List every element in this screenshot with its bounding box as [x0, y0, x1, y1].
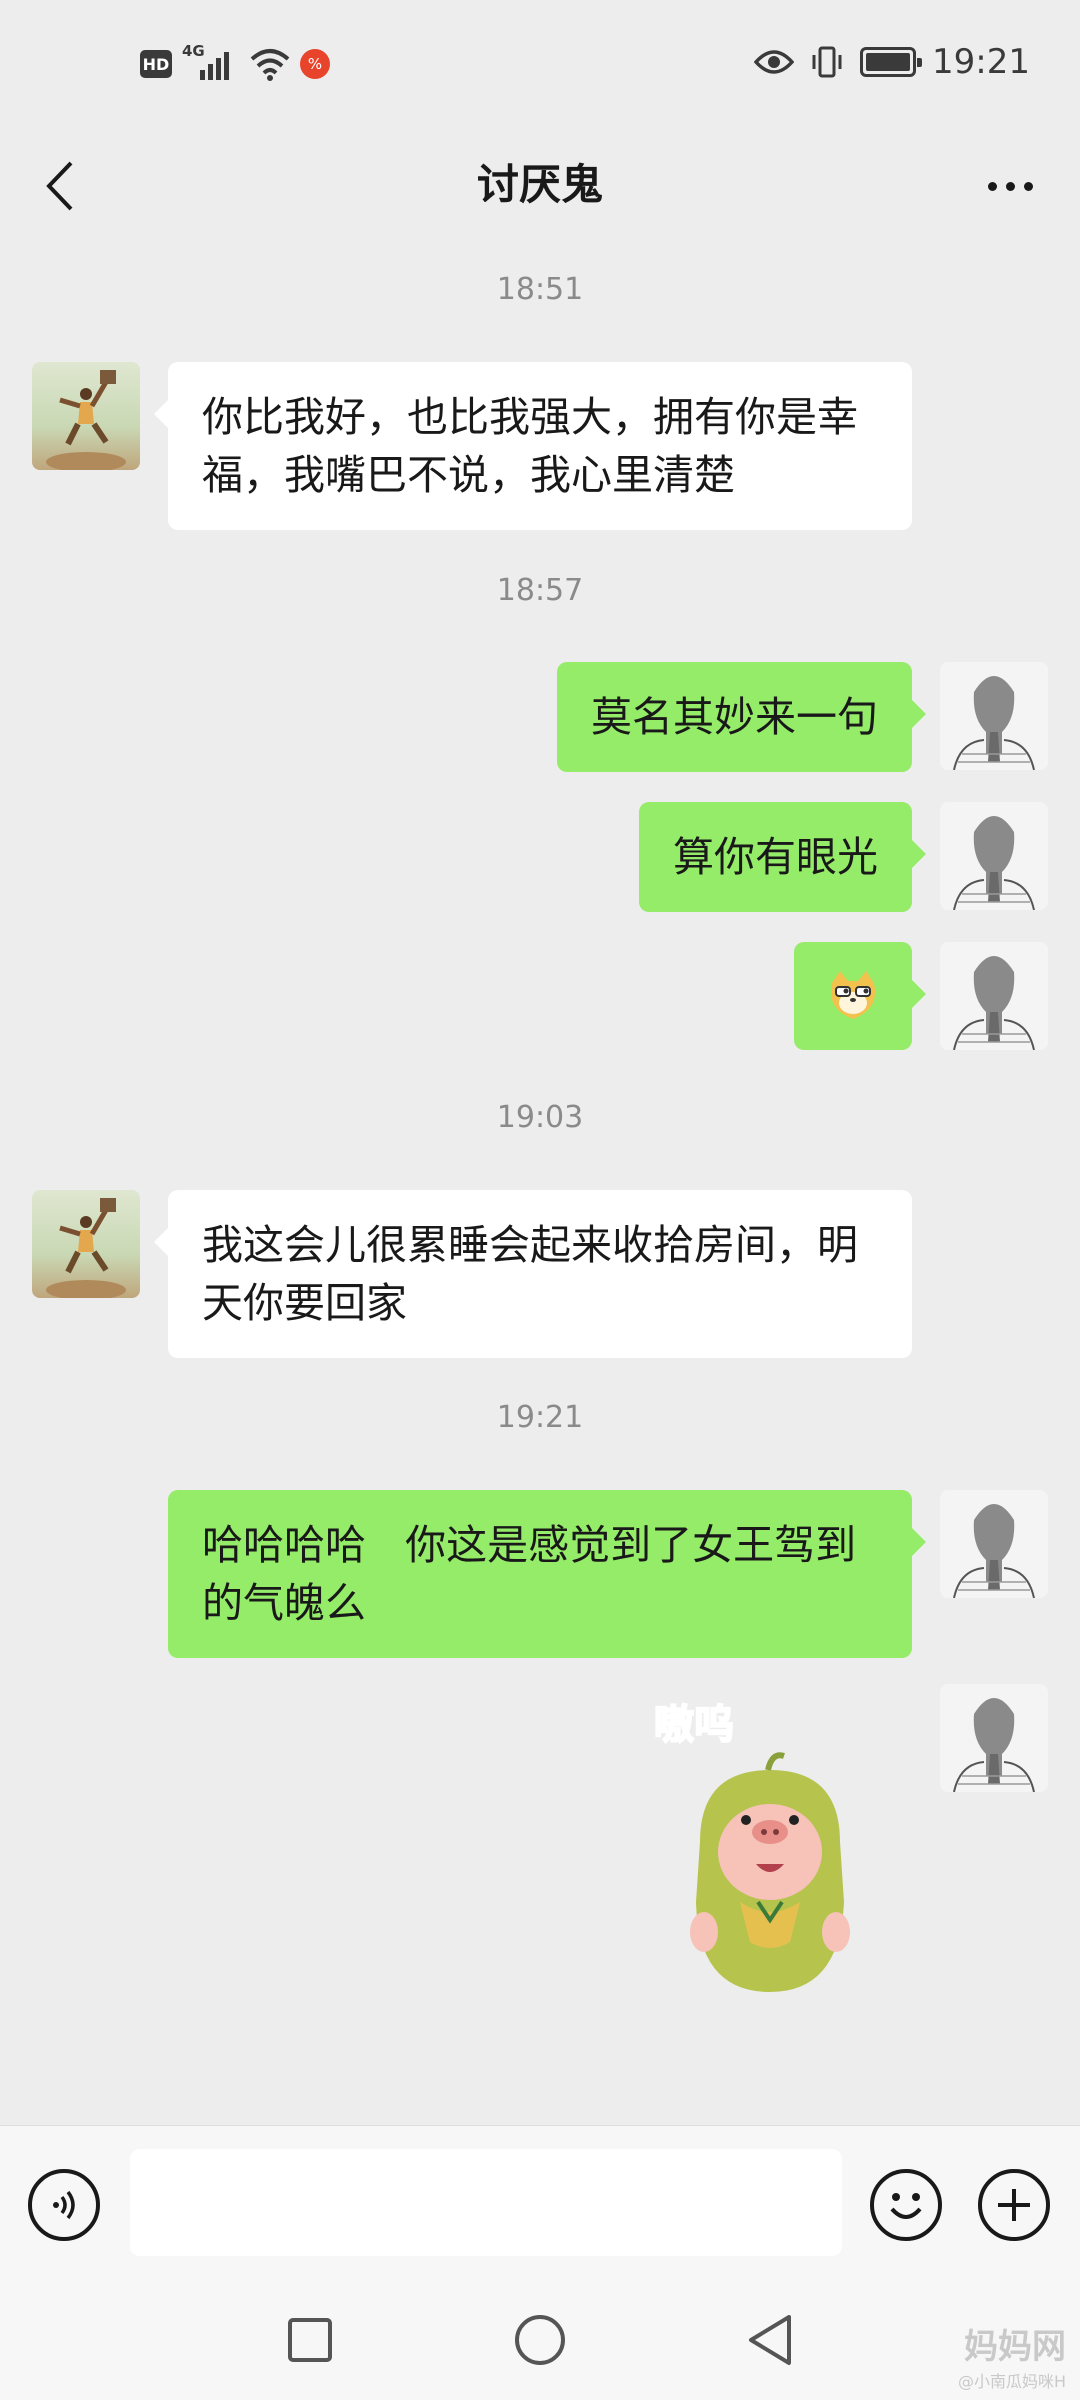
- my-avatar[interactable]: [940, 1684, 1048, 1792]
- time-divider: 18:57: [496, 573, 584, 608]
- sticker-caption: 嗷呜: [654, 1702, 734, 1748]
- more-button[interactable]: [970, 146, 1050, 226]
- emoji-icon: [890, 2193, 922, 2219]
- friend-avatar-image: [46, 370, 126, 470]
- more-dot: [1005, 181, 1015, 191]
- plus-icon: [998, 2189, 1030, 2221]
- home-circle-icon: [515, 2315, 565, 2365]
- hd-badge-icon: HD: [140, 50, 172, 78]
- chat-title: 讨厌鬼: [476, 160, 603, 209]
- chevron-left-icon: [46, 161, 73, 211]
- battery-icon: [860, 47, 923, 77]
- pig-sticker[interactable]: 嗷呜: [640, 1692, 880, 2012]
- time-divider: 18:51: [496, 272, 584, 307]
- my-avatar[interactable]: [940, 662, 1048, 770]
- signal-icon: 4G: [182, 42, 240, 82]
- app-notification-icon: %: [300, 49, 330, 79]
- my-avatar[interactable]: [940, 1490, 1048, 1598]
- message-list[interactable]: 18:51 你比我好，也比我强大，拥有你是幸福，我嘴巴不说，我心里清楚 18:5…: [0, 240, 1080, 2125]
- more-dot: [1023, 181, 1033, 191]
- home-button[interactable]: [508, 2308, 572, 2372]
- chat-input-bar: [0, 2125, 1080, 2280]
- status-bar: HD 4G % 19:21: [0, 0, 1080, 130]
- watermark-logo-text: 妈妈网: [964, 2327, 1066, 2367]
- message-bubble-outgoing[interactable]: 哈哈哈哈 你这是感觉到了女王驾到的气魄么: [168, 1490, 926, 1658]
- friend-avatar[interactable]: [32, 1190, 140, 1298]
- my-avatar-image: [953, 1504, 1035, 1598]
- message-bubble-incoming[interactable]: 我这会儿很累睡会起来收拾房间，明天你要回家: [154, 1190, 912, 1358]
- doge-emoji: [830, 971, 876, 1019]
- time-divider: 19:21: [496, 1400, 584, 1435]
- watermark: 妈妈网 @小南瓜妈咪H: [958, 2319, 1066, 2392]
- back-nav-button[interactable]: [738, 2308, 802, 2372]
- status-time: 19:21: [932, 42, 1030, 82]
- wifi-icon: [250, 49, 290, 81]
- voice-icon: [53, 2190, 75, 2220]
- status-right: 19:21: [754, 42, 1030, 82]
- more-features-button[interactable]: [978, 2169, 1050, 2241]
- my-avatar-image: [953, 676, 1035, 770]
- message-bubble-outgoing-emoji[interactable]: [794, 942, 926, 1050]
- eye-icon: [754, 50, 795, 74]
- message-input[interactable]: [130, 2149, 842, 2256]
- back-triangle-icon: [749, 2315, 791, 2365]
- my-avatar-image: [953, 1698, 1035, 1792]
- message-bubble-outgoing[interactable]: 算你有眼光: [639, 802, 926, 912]
- my-avatar[interactable]: [940, 802, 1048, 910]
- my-avatar-image: [953, 956, 1035, 1050]
- message-bubble-outgoing[interactable]: 莫名其妙来一句: [557, 662, 926, 772]
- system-navigation-bar: 妈妈网 @小南瓜妈咪H: [0, 2280, 1080, 2400]
- watermark-user: @小南瓜妈咪H: [957, 2372, 1066, 2391]
- my-avatar-image: [953, 816, 1035, 910]
- friend-avatar[interactable]: [32, 362, 140, 470]
- back-button[interactable]: [30, 146, 90, 226]
- status-left: HD 4G %: [140, 42, 330, 82]
- recents-button[interactable]: [278, 2308, 342, 2372]
- vibrate-icon: [812, 46, 842, 78]
- my-avatar[interactable]: [940, 942, 1048, 1050]
- emoji-button[interactable]: [870, 2169, 942, 2241]
- voice-button[interactable]: [28, 2169, 100, 2241]
- chat-header: 讨厌鬼: [0, 130, 1080, 240]
- message-bubble-incoming[interactable]: 你比我好，也比我强大，拥有你是幸福，我嘴巴不说，我心里清楚: [154, 362, 912, 530]
- friend-avatar-image: [46, 1198, 126, 1298]
- more-dot: [987, 181, 997, 191]
- time-divider: 19:03: [496, 1100, 584, 1135]
- recents-square-icon: [288, 2318, 332, 2362]
- pig-sticker-image: 嗷呜: [653, 1701, 850, 1992]
